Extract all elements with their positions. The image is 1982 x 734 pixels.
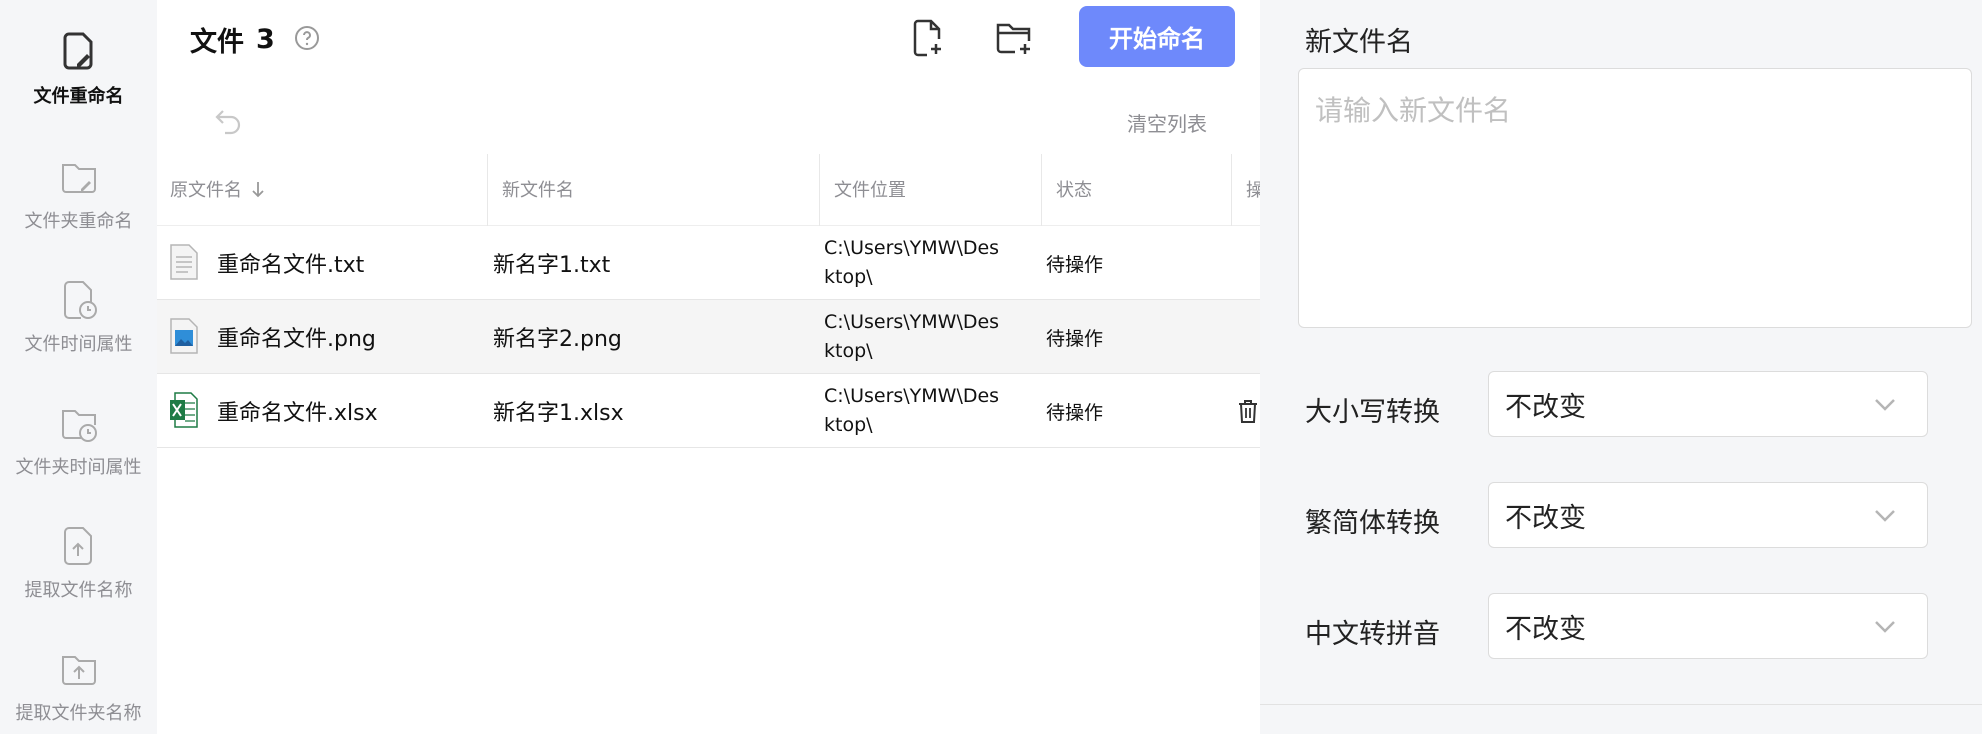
table-row[interactable]: 重命名文件.txt 新名字1.txt C:\Users\YMW\Desktop\… <box>157 226 1260 300</box>
page-title: 文件 3 <box>190 20 275 59</box>
file-clock-icon <box>63 281 97 319</box>
sidebar-item-label: 提取文件名称 <box>24 580 133 601</box>
column-divider[interactable] <box>819 154 820 226</box>
sidebar-item-label: 提取文件夹名称 <box>15 703 142 724</box>
main-content: 文件 3 开始命名 清空列表 原文件名 新文件名 文件位置 状态 操 重命名文件… <box>157 0 1260 734</box>
title-text: 文件 <box>190 27 244 58</box>
column-divider[interactable] <box>1231 154 1232 226</box>
file-upload-icon <box>63 527 92 565</box>
case-convert-select[interactable]: 不改变 <box>1488 371 1928 437</box>
new-name: 新名字1.xlsx <box>493 401 624 426</box>
sort-down-icon[interactable] <box>250 179 266 199</box>
file-location: C:\Users\YMW\Desktop\ <box>824 311 1000 362</box>
select-value: 不改变 <box>1505 613 1586 645</box>
sidebar-item-extract-folder[interactable]: 提取文件夹名称 <box>0 617 157 727</box>
sidebar-item-folder-rename[interactable]: 文件夹重命名 <box>0 125 157 235</box>
settings-panel: 新文件名 大小写转换 不改变 繁简体转换 不改变 中文转拼音 不改变 <box>1260 0 1982 734</box>
status-text: 待操作 <box>1046 253 1104 276</box>
folder-upload-icon <box>61 656 96 685</box>
sidebar-item-extract-file[interactable]: 提取文件名称 <box>0 494 157 604</box>
column-status: 状态 <box>1056 180 1092 201</box>
add-folder-icon[interactable] <box>995 18 1035 58</box>
undo-icon[interactable] <box>213 105 245 135</box>
chevron-down-icon <box>1875 510 1895 522</box>
file-location: C:\Users\YMW\Desktop\ <box>824 385 1000 436</box>
case-convert-label: 大小写转换 <box>1305 397 1440 428</box>
chevron-down-icon <box>1875 399 1895 411</box>
clear-list-button[interactable]: 清空列表 <box>1127 108 1207 137</box>
pinyin-convert-select[interactable]: 不改变 <box>1488 593 1928 659</box>
column-original-name[interactable]: 原文件名 <box>170 152 266 226</box>
traditional-simplified-select[interactable]: 不改变 <box>1488 482 1928 548</box>
txt-file-icon <box>170 244 198 280</box>
trash-icon[interactable] <box>1237 398 1259 424</box>
traditional-simplified-label: 繁简体转换 <box>1305 508 1440 539</box>
new-name: 新名字2.png <box>493 327 622 352</box>
divider <box>1260 704 1982 705</box>
file-edit-icon <box>63 32 92 70</box>
sidebar-item-file-rename[interactable]: 文件重命名 <box>0 0 157 110</box>
sidebar-item-label: 文件重命名 <box>33 86 124 107</box>
file-count: 3 <box>256 24 275 55</box>
sidebar: 文件重命名 文件夹重命名 文件时间属性 文件夹时间属性 提取文件名称 提取文件夹… <box>0 0 157 734</box>
select-value: 不改变 <box>1505 391 1586 423</box>
column-actions: 操 <box>1246 180 1260 201</box>
select-value: 不改变 <box>1505 502 1586 534</box>
table-row[interactable]: 重命名文件.xlsx 新名字1.xlsx C:\Users\YMW\Deskto… <box>157 374 1260 448</box>
column-divider[interactable] <box>1041 154 1042 226</box>
column-new-name: 新文件名 <box>502 180 574 201</box>
help-icon[interactable] <box>294 25 320 51</box>
original-name: 重命名文件.txt <box>217 253 365 278</box>
file-location: C:\Users\YMW\Desktop\ <box>824 237 1000 288</box>
original-name: 重命名文件.xlsx <box>217 401 378 426</box>
status-text: 待操作 <box>1046 327 1104 350</box>
column-divider[interactable] <box>487 154 488 226</box>
new-name-title: 新文件名 <box>1305 27 1413 58</box>
original-name: 重命名文件.png <box>217 327 376 352</box>
start-rename-button[interactable]: 开始命名 <box>1079 6 1235 67</box>
pinyin-convert-label: 中文转拼音 <box>1305 619 1440 650</box>
new-name: 新名字1.txt <box>493 253 611 278</box>
excel-file-icon <box>170 392 198 428</box>
sidebar-item-file-time[interactable]: 文件时间属性 <box>0 248 157 358</box>
sidebar-item-label: 文件夹时间属性 <box>15 457 142 478</box>
chevron-down-icon <box>1875 621 1895 633</box>
sidebar-item-label: 文件时间属性 <box>24 334 133 355</box>
image-file-icon <box>170 318 198 354</box>
table-header: 原文件名 新文件名 文件位置 状态 操 <box>157 152 1260 226</box>
add-file-icon[interactable] <box>909 18 949 58</box>
status-text: 待操作 <box>1046 401 1104 424</box>
sidebar-item-label: 文件夹重命名 <box>24 211 133 232</box>
column-location: 文件位置 <box>834 180 906 201</box>
table-row[interactable]: 重命名文件.png 新名字2.png C:\Users\YMW\Desktop\… <box>157 300 1260 374</box>
new-name-input[interactable] <box>1298 68 1972 328</box>
folder-clock-icon <box>61 410 97 442</box>
column-label: 原文件名 <box>170 180 242 201</box>
folder-edit-icon <box>61 164 96 193</box>
sidebar-item-folder-time[interactable]: 文件夹时间属性 <box>0 371 157 481</box>
